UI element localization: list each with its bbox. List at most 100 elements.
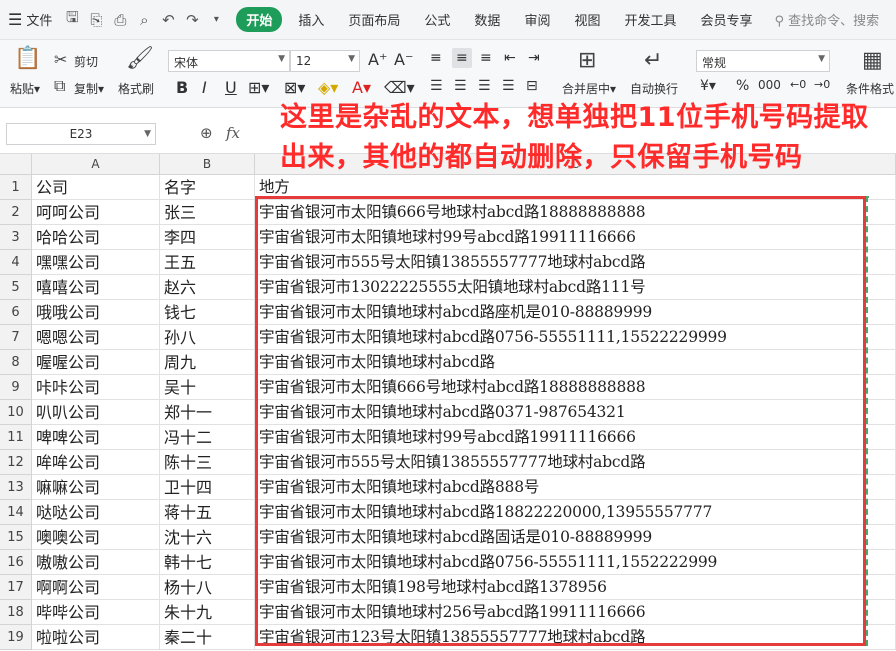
decrease-font-icon[interactable]: A⁻ <box>394 50 413 69</box>
align-center-icon[interactable]: ☰ <box>454 78 467 94</box>
scissors-icon[interactable]: ✂ <box>54 52 67 68</box>
paste-button[interactable]: 粘贴▾ <box>10 80 40 97</box>
tab-formulas[interactable]: 公式 <box>412 10 462 29</box>
cell-company[interactable]: 哔哔公司 <box>32 600 160 625</box>
cell-company[interactable]: 啊啊公司 <box>32 575 160 600</box>
cell-company[interactable]: 呵呵公司 <box>32 200 160 225</box>
fx-icon[interactable]: fx <box>226 124 240 142</box>
cell-name[interactable]: 李四 <box>160 225 255 250</box>
file-menu[interactable]: ☰ 文件 <box>8 10 52 29</box>
row-header[interactable]: 2 <box>0 200 32 225</box>
number-format-select[interactable]: 常规 ▼ <box>696 50 830 72</box>
tab-page-layout[interactable]: 页面布局 <box>336 10 412 29</box>
copy-icon[interactable]: ⧉ <box>54 78 65 94</box>
cell-company[interactable]: 嗯嗯公司 <box>32 325 160 350</box>
eraser-icon[interactable]: ⌫▾ <box>384 78 415 97</box>
conditional-format-button[interactable]: 条件格式 <box>846 80 894 97</box>
row-header[interactable]: 5 <box>0 275 32 300</box>
export-icon[interactable]: ⎘ <box>87 11 105 29</box>
row-header[interactable]: 13 <box>0 475 32 500</box>
undo-icon[interactable]: ↶ <box>159 11 177 29</box>
row-header[interactable]: 15 <box>0 525 32 550</box>
cell-company[interactable]: 咔咔公司 <box>32 375 160 400</box>
cell-name[interactable]: 吴十 <box>160 375 255 400</box>
distributed-icon[interactable]: ⊟ <box>526 78 538 94</box>
more-icon[interactable]: ▾ <box>207 11 225 29</box>
wrap-text-icon[interactable]: ↵ <box>644 50 662 72</box>
row-header[interactable]: 19 <box>0 625 32 650</box>
format-painter-button[interactable]: 格式刷 <box>118 80 154 97</box>
tab-view[interactable]: 视图 <box>562 10 612 29</box>
cell-name[interactable]: 名字 <box>160 175 255 200</box>
cell-company[interactable]: 嘻嘻公司 <box>32 275 160 300</box>
indent-increase-icon[interactable]: ⇥ <box>528 50 540 66</box>
zoom-icon[interactable]: ⊕ <box>200 124 213 142</box>
row-header[interactable]: 10 <box>0 400 32 425</box>
cell-name[interactable]: 蒋十五 <box>160 500 255 525</box>
row-header[interactable]: 9 <box>0 375 32 400</box>
merge-cells-icon[interactable]: ⊞ <box>578 50 596 72</box>
tab-data[interactable]: 数据 <box>462 10 512 29</box>
wrap-text-button[interactable]: 自动换行 <box>630 80 678 97</box>
increase-font-icon[interactable]: A⁺ <box>368 50 387 69</box>
align-left-icon[interactable]: ☰ <box>430 78 443 94</box>
column-header-a[interactable]: A <box>32 154 160 175</box>
row-header[interactable]: 4 <box>0 250 32 275</box>
tab-insert[interactable]: 插入 <box>286 10 336 29</box>
row-header[interactable]: 7 <box>0 325 32 350</box>
decimal-decrease-icon[interactable]: →0 <box>814 78 830 91</box>
format-painter-icon[interactable]: 🖌 <box>126 48 154 70</box>
border-icon[interactable]: ⊞▾ <box>248 78 269 97</box>
copy-button[interactable]: 复制▾ <box>74 80 104 97</box>
decimal-increase-icon[interactable]: ←0 <box>790 78 806 91</box>
cell-company[interactable]: 喔喔公司 <box>32 350 160 375</box>
fill-effect-icon[interactable]: ⊠▾ <box>284 78 305 97</box>
percent-icon[interactable]: % <box>736 78 749 94</box>
cell-company[interactable]: 嘿嘿公司 <box>32 250 160 275</box>
name-box[interactable]: E23 ▼ <box>6 123 156 145</box>
cell-company[interactable]: 嘛嘛公司 <box>32 475 160 500</box>
cell-name[interactable]: 秦二十 <box>160 625 255 650</box>
redo-icon[interactable]: ↷ <box>183 11 201 29</box>
merge-center-button[interactable]: 合并居中▾ <box>562 80 616 97</box>
cell-company[interactable]: 哞哞公司 <box>32 450 160 475</box>
align-right-icon[interactable]: ☰ <box>478 78 491 94</box>
indent-decrease-icon[interactable]: ⇤ <box>504 50 516 66</box>
cell-company[interactable]: 公司 <box>32 175 160 200</box>
cell-company[interactable]: 噢噢公司 <box>32 525 160 550</box>
cell-name[interactable]: 杨十八 <box>160 575 255 600</box>
cell-name[interactable]: 钱七 <box>160 300 255 325</box>
cell-company[interactable]: 哒哒公司 <box>32 500 160 525</box>
conditional-format-icon[interactable]: ▦ <box>862 50 883 72</box>
cell-name[interactable]: 冯十二 <box>160 425 255 450</box>
cell-company[interactable]: 啦啦公司 <box>32 625 160 650</box>
print-preview-icon[interactable]: ⌕ <box>135 11 153 29</box>
cell-name[interactable]: 朱十九 <box>160 600 255 625</box>
italic-button[interactable]: I <box>202 78 207 97</box>
font-color-icon[interactable]: A▾ <box>352 78 371 97</box>
cell-name[interactable]: 赵六 <box>160 275 255 300</box>
currency-icon[interactable]: ¥▾ <box>700 78 716 94</box>
cell-name[interactable]: 周九 <box>160 350 255 375</box>
row-header[interactable]: 11 <box>0 425 32 450</box>
cell-name[interactable]: 张三 <box>160 200 255 225</box>
cell-name[interactable]: 郑十一 <box>160 400 255 425</box>
cell-company[interactable]: 哦哦公司 <box>32 300 160 325</box>
save-icon[interactable]: 🖫 <box>63 8 81 29</box>
cell-company[interactable]: 叭叭公司 <box>32 400 160 425</box>
fill-color-icon[interactable]: ◈▾ <box>318 78 338 97</box>
row-header[interactable]: 8 <box>0 350 32 375</box>
row-header[interactable]: 16 <box>0 550 32 575</box>
font-name-select[interactable]: 宋体 ▼ <box>168 50 290 72</box>
cell-name[interactable]: 沈十六 <box>160 525 255 550</box>
row-header[interactable]: 1 <box>0 175 32 200</box>
tab-home[interactable]: 开始 <box>236 7 283 32</box>
justify-icon[interactable]: ☰ <box>502 78 515 94</box>
row-header[interactable]: 12 <box>0 450 32 475</box>
cell-name[interactable]: 卫十四 <box>160 475 255 500</box>
cell-name[interactable]: 韩十七 <box>160 550 255 575</box>
paste-icon[interactable]: 📋 <box>14 48 41 70</box>
command-search[interactable]: ⚲ 查找命令、搜索 <box>775 10 880 29</box>
cell-company[interactable]: 哈哈公司 <box>32 225 160 250</box>
corner-select-all[interactable] <box>0 154 32 175</box>
